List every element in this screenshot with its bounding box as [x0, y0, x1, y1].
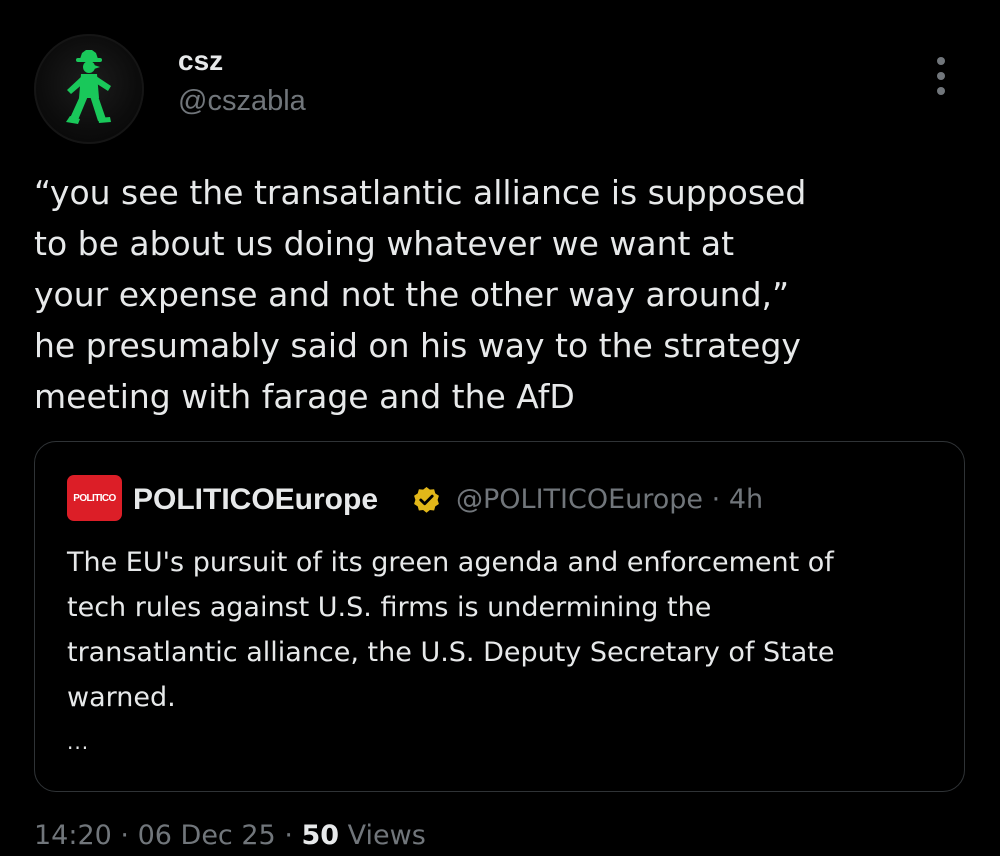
author-display-name[interactable]: csz [178, 44, 223, 78]
politico-logo[interactable]: POLITICO [67, 475, 122, 521]
meta-separator: · [711, 484, 721, 515]
views-label: Views [347, 820, 426, 851]
tweet-text: “you see the transatlantic alliance is s… [34, 173, 807, 416]
tweet-date[interactable]: 06 Dec 25 [138, 820, 276, 851]
meta-separator: · [284, 820, 293, 851]
quoted-tweet-ellipsis: ... [67, 730, 90, 754]
more-dot-icon [937, 72, 945, 80]
politico-logo-text: POLITICO [73, 492, 116, 504]
quoted-tweet-text: The EU's pursuit of its green agenda and… [67, 547, 835, 713]
author-handle[interactable]: @cszabla [178, 84, 306, 118]
views-count[interactable]: 50 [302, 820, 340, 851]
quoted-author-name[interactable]: POLITICOEurope [133, 482, 378, 518]
more-dot-icon [937, 87, 945, 95]
quoted-author-handle[interactable]: @POLITICOEurope [456, 484, 703, 515]
meta-separator: · [120, 820, 129, 851]
tweet-time[interactable]: 14:20 [34, 820, 112, 851]
avatar[interactable] [34, 34, 144, 144]
more-dot-icon [937, 57, 945, 65]
quoted-tweet-time[interactable]: 4h [729, 484, 763, 515]
more-options-button[interactable] [926, 55, 956, 97]
green-traffic-light-man-icon [66, 50, 111, 124]
gold-verified-badge-icon [414, 486, 439, 513]
tweet-meta: 14:20 · 06 Dec 25 · 50 Views [34, 816, 426, 856]
quoted-tweet-meta: @POLITICOEurope · 4h [456, 482, 763, 518]
